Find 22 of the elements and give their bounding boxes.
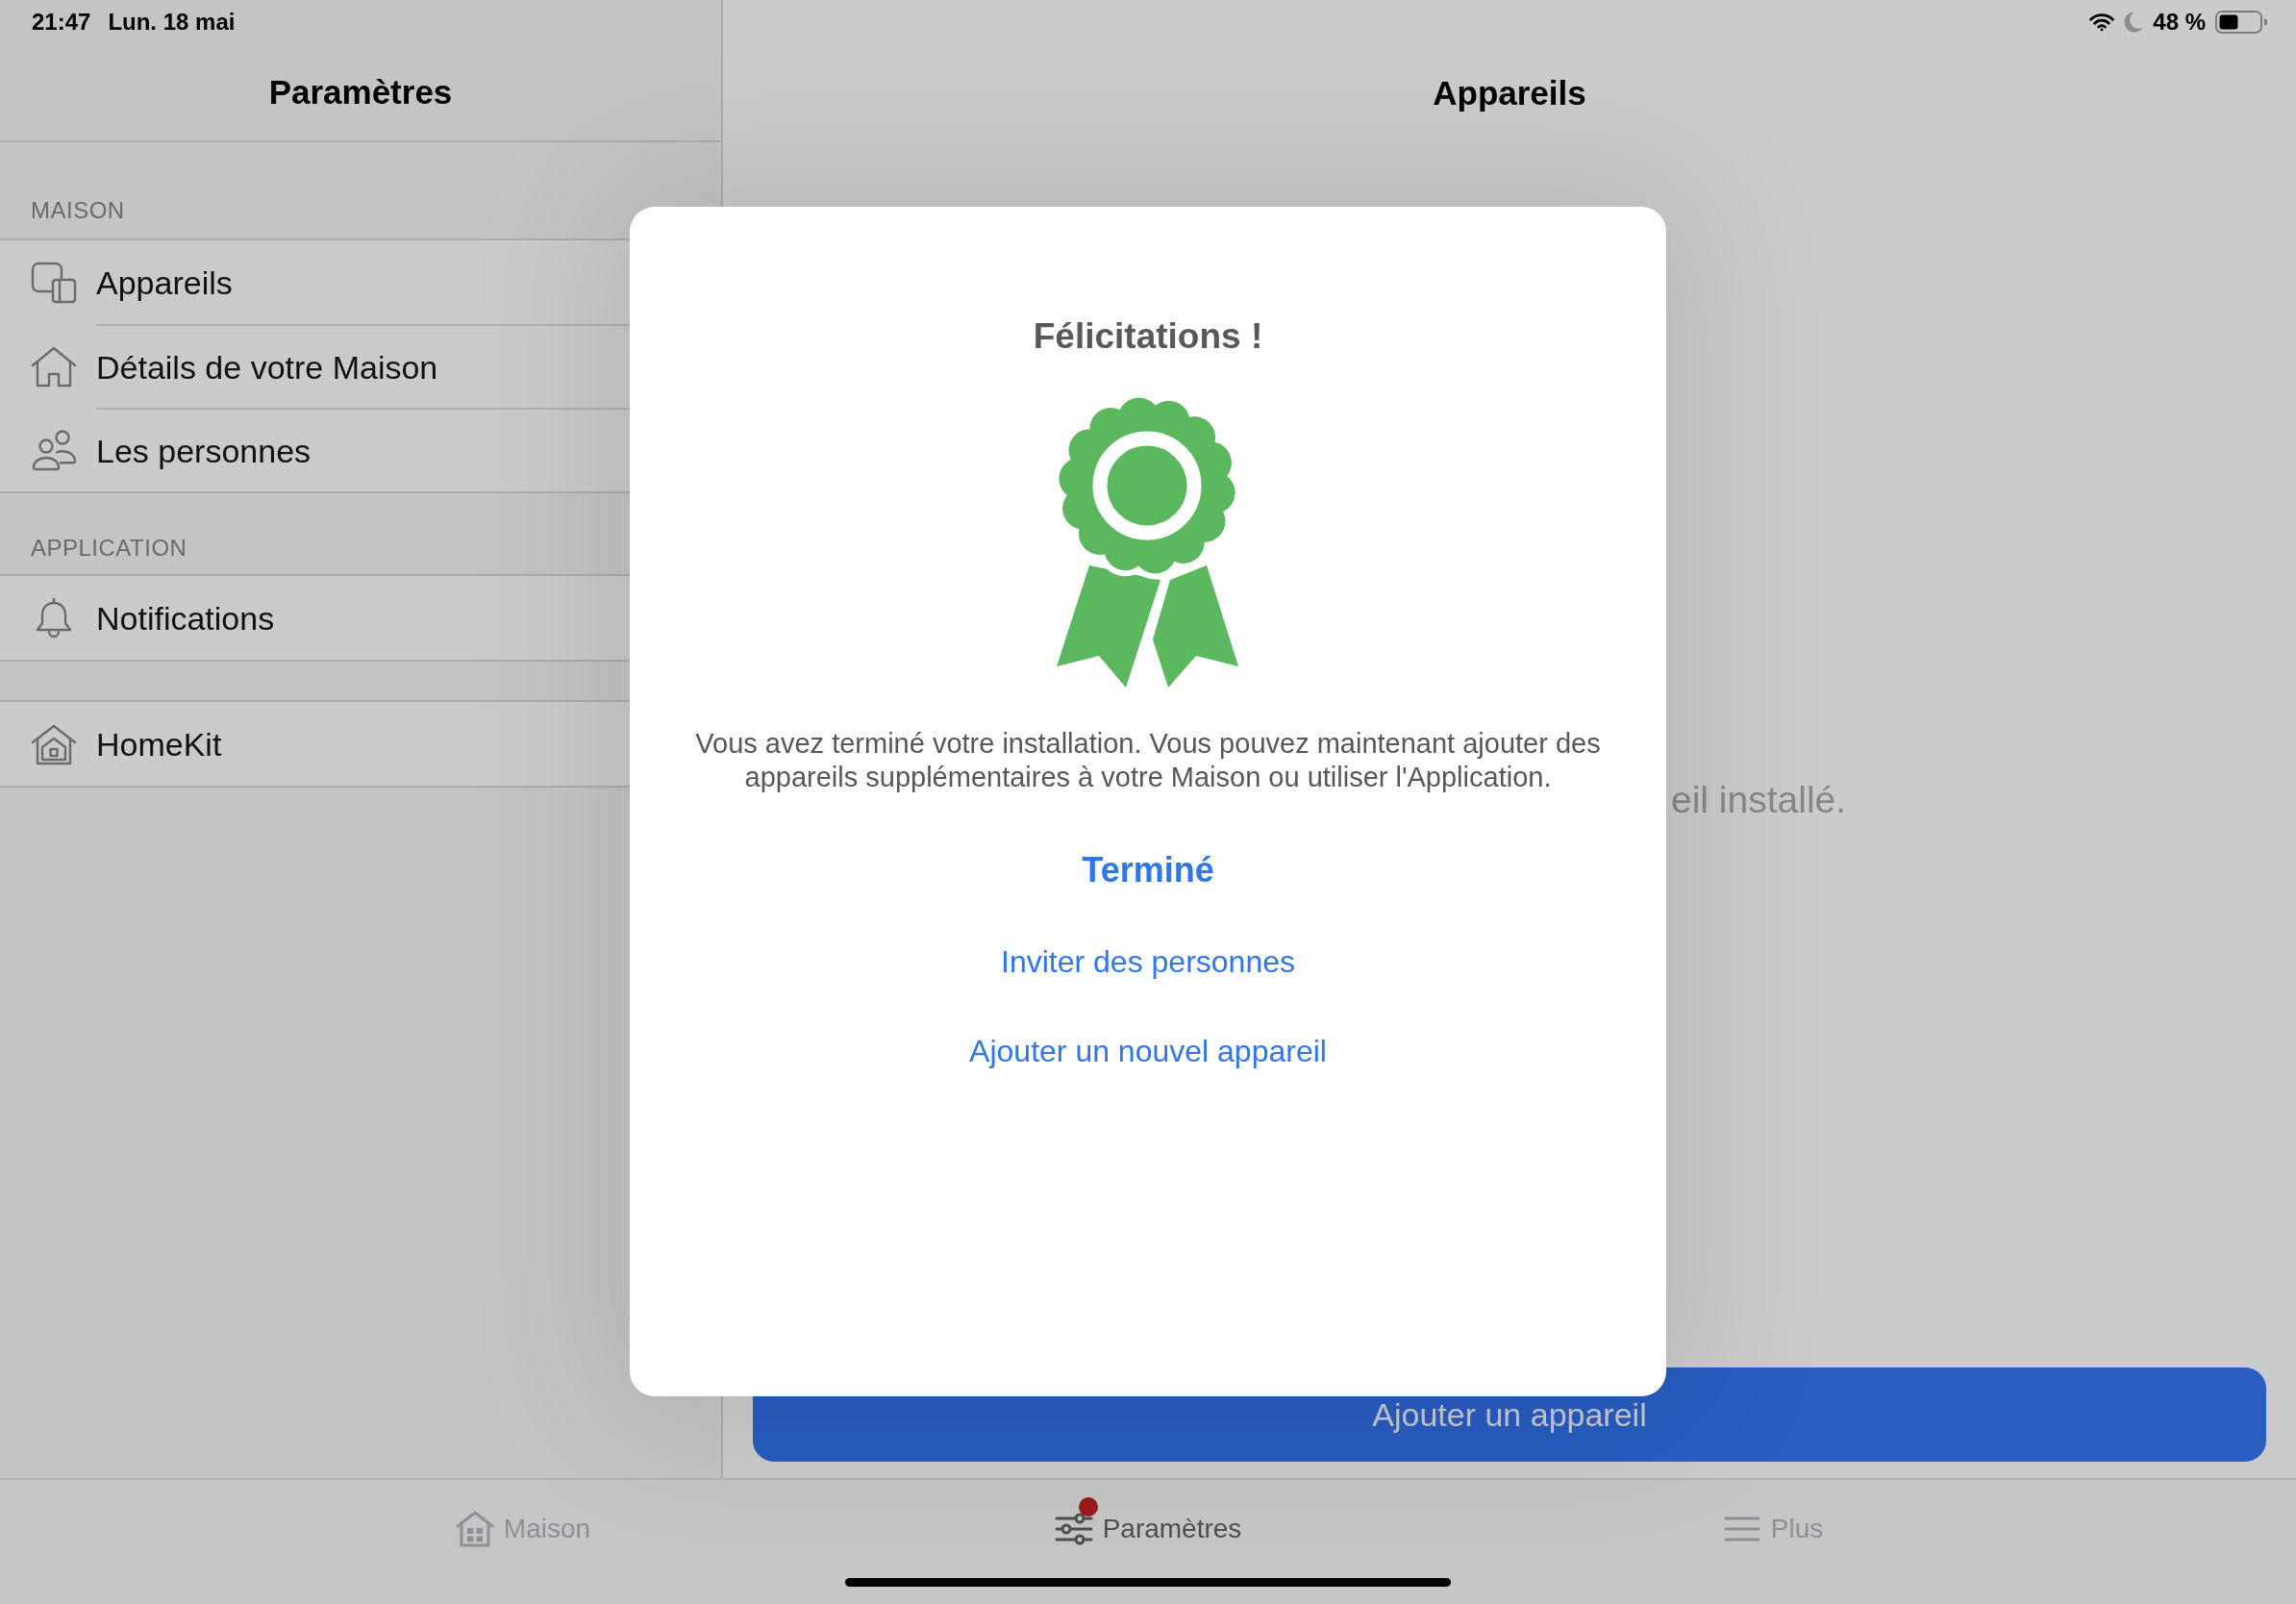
section-header: MAISON: [31, 197, 125, 223]
dialog-title: Félicitations !: [1033, 315, 1263, 358]
empty-state-message: eil installé.: [1671, 778, 1847, 822]
house-icon: [31, 344, 77, 388]
house-grid-icon: [455, 1510, 494, 1548]
dialog-action-link[interactable]: Ajouter un nouvel appareil: [969, 1032, 1327, 1070]
dialog-action-link[interactable]: Terminé: [1082, 849, 1214, 891]
status-date: Lun. 18 mai: [108, 9, 236, 36]
sidebar-title: Paramètres: [268, 72, 453, 113]
status-time: 21:47: [32, 9, 91, 36]
section-header: APPLICATION: [31, 535, 187, 561]
people-icon: [31, 428, 77, 471]
wifi-icon: [2089, 13, 2115, 32]
moon-icon: [2124, 12, 2144, 33]
dialog-action-link[interactable]: Inviter des personnes: [1001, 942, 1295, 981]
page-title: Appareils: [1433, 73, 1586, 113]
award-rosette-icon: [1057, 397, 1239, 689]
nested-house-icon: [31, 722, 77, 765]
devices-icon: [31, 261, 77, 304]
tab-bar-item[interactable]: Paramètres: [1054, 1495, 1242, 1563]
battery-icon: [2215, 11, 2267, 34]
battery-percentage: 48 %: [2153, 9, 2206, 36]
